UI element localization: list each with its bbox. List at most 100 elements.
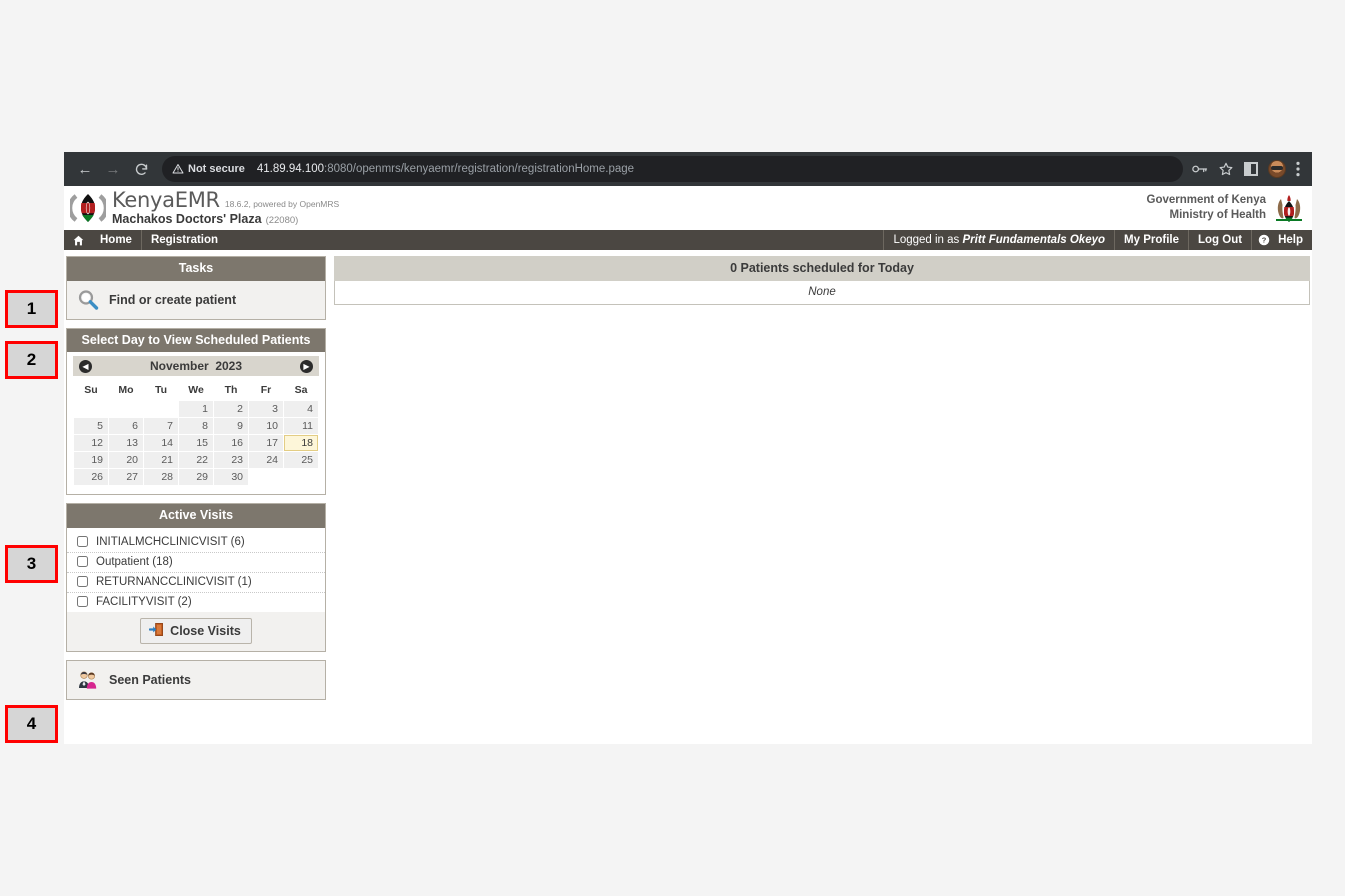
nav-item-home[interactable]: Home [91,230,141,250]
home-icon[interactable] [64,230,91,250]
seen-patients-task[interactable]: Seen Patients [67,660,325,699]
calendar-day-15[interactable]: 15 [179,435,213,452]
calendar-day-29[interactable]: 29 [179,469,213,486]
logged-in-user: Logged in as Pritt Fundamentals Okeyo [883,230,1114,250]
close-visits-button[interactable]: Close Visits [140,617,252,644]
calendar-day-14[interactable]: 14 [144,435,178,452]
calendar-weekday-we: We [188,384,204,397]
nav-item-registration[interactable]: Registration [140,230,227,250]
three-dot-menu-icon[interactable] [1296,161,1300,177]
find-or-create-patient-task[interactable]: Find or create patient [67,280,325,319]
my-profile-link[interactable]: My Profile [1114,230,1188,250]
calendar-day-22[interactable]: 22 [179,452,213,469]
calendar-day-10[interactable]: 10 [249,418,283,435]
calendar-day-6[interactable]: 6 [109,418,143,435]
calendar-day-24[interactable]: 24 [249,452,283,469]
browser-toolbar: ← → Not secure 41.89.94.100:8080/openmrs… [64,152,1312,186]
next-month-arrow-icon[interactable]: ▶ [300,359,313,373]
calendar-day-27[interactable]: 27 [109,469,143,486]
calendar-day-5[interactable]: 5 [74,418,108,435]
address-bar[interactable]: Not secure 41.89.94.100:8080/openmrs/ken… [162,156,1183,182]
active-visit-checkbox[interactable] [77,576,88,588]
find-or-create-patient-label: Find or create patient [109,292,237,307]
active-visit-label: FACILITYVISIT (2) [96,595,192,608]
main-content: 0 Patients scheduled for Today None [334,256,1310,744]
active-visit-item[interactable]: INITIALMCHCLINICVISIT (6) [67,533,325,553]
calendar-day-26[interactable]: 26 [74,469,108,486]
government-block: Government of Kenya Ministry of Health [1147,192,1305,224]
calendar-weekday-mo: Mo [118,384,134,397]
active-visit-checkbox[interactable] [77,596,88,608]
calendar-week-row: 19 20 21 22 23 24 25 [74,452,318,469]
log-out-link[interactable]: Log Out [1188,230,1251,250]
annotation-box-3: 3 [5,545,58,583]
calendar-day-8[interactable]: 8 [179,418,213,435]
user-name: Pritt Fundamentals Okeyo [962,234,1106,246]
calendar-weekday-sa: Sa [294,384,308,397]
exit-door-icon [148,622,164,640]
url-path: :8080/openmrs/kenyaemr/registration/regi… [324,163,635,175]
calendar-day-18[interactable]: 18 [284,435,318,452]
active-visits-body: INITIALMCHCLINICVISIT (6) Outpatient (18)… [67,527,325,651]
government-text: Government of Kenya Ministry of Health [1147,193,1267,222]
two-people-icon [77,669,99,691]
calendar-weekday-su: Su [84,384,98,397]
back-arrow-icon[interactable]: ← [72,156,98,182]
help-link[interactable]: Help [1276,230,1312,250]
calendar-day-7[interactable]: 7 [144,418,178,435]
question-mark-icon[interactable]: ? [1251,230,1276,250]
calendar-day-20[interactable]: 20 [109,452,143,469]
calendar-month: November [149,359,209,374]
calendar-day-28[interactable]: 28 [144,469,178,486]
active-visit-checkbox[interactable] [77,536,88,548]
reload-icon[interactable] [128,156,154,182]
gov-line-1: Government of Kenya [1146,194,1267,207]
active-visit-item[interactable]: FACILITYVISIT (2) [67,593,325,612]
profile-avatar-icon[interactable] [1268,160,1286,178]
calendar-day-21[interactable]: 21 [144,452,178,469]
calendar-empty-cell [144,401,178,417]
calendar-day-1[interactable]: 1 [179,401,213,418]
active-visits-title: Active Visits [67,504,325,528]
brand-block: KenyaEMR 18.6.2, powered by OpenMRS Mach… [67,189,339,226]
close-visits-label: Close Visits [170,623,241,638]
kenya-coat-of-arms-icon [1274,192,1304,224]
calendar-day-23[interactable]: 23 [214,452,248,469]
star-icon[interactable] [1218,161,1234,177]
calendar-day-13[interactable]: 13 [109,435,143,452]
active-visit-item[interactable]: RETURNANCCLINICVISIT (1) [67,573,325,593]
scheduled-patients-header: 0 Patients scheduled for Today [334,256,1310,281]
calendar-days-body: 1 2 3 4 5 6 7 8 9 10 11 12 13 14 15 16 17 18 19 20 21 22 23 24 2… [74,401,318,486]
active-visit-label: Outpatient (18) [96,555,173,568]
calendar-day-2[interactable]: 2 [214,401,248,418]
calendar-empty-cell [74,401,108,417]
annotation-box-1: 1 [5,290,58,328]
calendar-day-4[interactable]: 4 [284,401,318,418]
calendar-day-3[interactable]: 3 [249,401,283,418]
calendar-empty-cell [109,401,143,417]
side-panel-icon[interactable] [1244,162,1258,176]
active-visit-item[interactable]: Outpatient (18) [67,553,325,573]
active-visit-checkbox[interactable] [77,556,88,568]
calendar-day-11[interactable]: 11 [284,418,318,435]
nav-left-group: Home Registration [64,230,227,250]
calendar-day-12[interactable]: 12 [74,435,108,452]
gov-line-2: Ministry of Health [1169,208,1266,221]
calendar-day-25[interactable]: 25 [284,452,318,469]
active-visit-label: INITIALMCHCLINICVISIT (6) [96,535,245,548]
calendar-day-30[interactable]: 30 [214,469,248,486]
scheduled-patients-calendar-panel: Select Day to View Scheduled Patients ◀ … [66,327,326,496]
not-secure-indicator[interactable]: Not secure [172,163,245,175]
tasks-panel-title: Tasks [67,257,325,281]
prev-month-arrow-icon[interactable]: ◀ [79,359,92,373]
calendar-day-17[interactable]: 17 [249,435,283,452]
calendar-empty-cell [249,469,283,485]
calendar-day-19[interactable]: 19 [74,452,108,469]
calendar-month-year: November 2023 [150,359,242,373]
calendar-day-9[interactable]: 9 [214,418,248,435]
calendar-day-16[interactable]: 16 [214,435,248,452]
calendar-week-row: 5 6 7 8 9 10 11 [74,418,318,435]
forward-arrow-icon[interactable]: → [100,156,126,182]
key-icon[interactable] [1191,162,1208,176]
sidebar: Tasks Find or create patient Select Day … [66,256,326,744]
